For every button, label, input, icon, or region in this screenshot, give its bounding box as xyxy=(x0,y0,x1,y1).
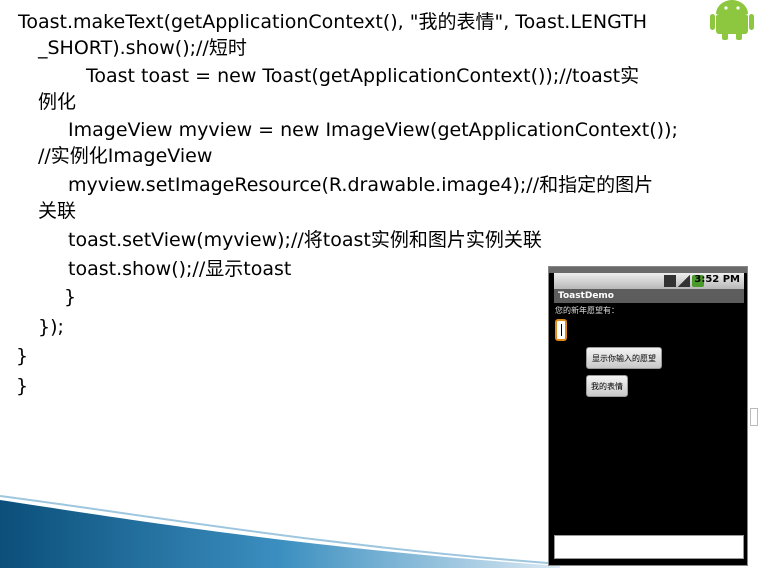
my-emoji-button[interactable]: 我的表情 xyxy=(586,375,628,397)
app-title-bar: ToastDemo xyxy=(554,289,744,303)
code-line: }); xyxy=(38,316,64,338)
decorative-swoosh xyxy=(0,495,560,568)
code-line: Toast toast = new Toast(getApplicationCo… xyxy=(86,65,640,87)
code-line: toast.show();//显示toast xyxy=(68,258,292,280)
status-time: 3:52 PM xyxy=(694,274,740,285)
code-line: _SHORT).show();//短时 xyxy=(38,37,247,59)
bottom-text-area[interactable] xyxy=(554,535,744,559)
code-line: //实例化ImageView xyxy=(38,145,213,167)
wish-input[interactable] xyxy=(555,319,567,341)
scrollbar-handle[interactable] xyxy=(750,408,758,426)
code-line: } xyxy=(64,286,77,308)
android-robot-icon xyxy=(710,0,754,40)
network-icon xyxy=(664,275,676,287)
code-line: ImageView myview = new ImageView(getAppl… xyxy=(68,119,678,141)
code-line: 例化 xyxy=(38,91,77,113)
code-line: 关联 xyxy=(38,200,77,222)
android-emulator-screen: 3:52 PM ToastDemo 您的新年愿望有： 显示你输入的愿望 我的表情 xyxy=(548,266,748,566)
code-line: myview.setImageResource(R.drawable.image… xyxy=(68,174,654,196)
code-line: } xyxy=(16,375,29,397)
code-line: toast.setView(myview);//将toast实例和图片实例关联 xyxy=(68,229,542,251)
signal-icon xyxy=(678,275,690,287)
code-line: Toast.makeText(getApplicationContext(), … xyxy=(18,11,648,33)
wish-prompt-label: 您的新年愿望有： xyxy=(555,306,619,315)
status-bar: 3:52 PM xyxy=(554,273,744,289)
presentation-slide: Toast.makeText(getApplicationContext(), … xyxy=(0,0,758,568)
text-cursor xyxy=(561,324,562,336)
show-wish-button[interactable]: 显示你输入的愿望 xyxy=(586,347,662,369)
code-line: } xyxy=(16,345,29,367)
